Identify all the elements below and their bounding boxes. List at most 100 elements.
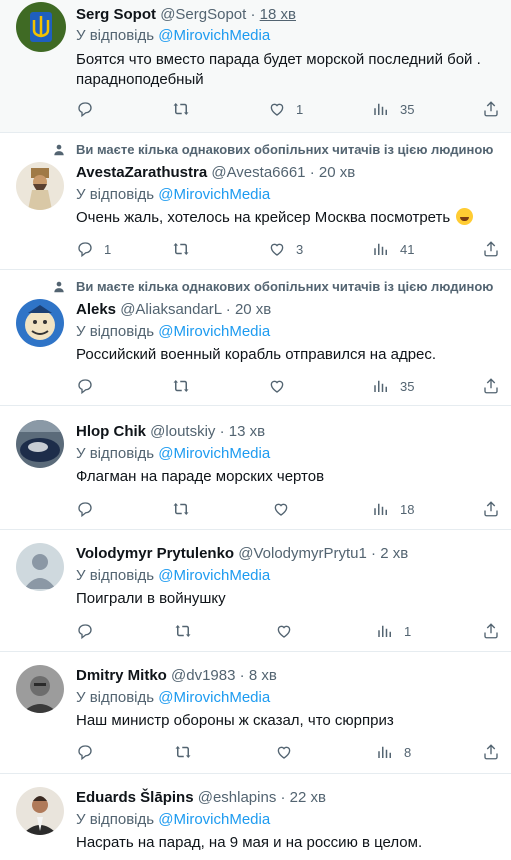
avatar-dmitry-mitko[interactable] xyxy=(16,665,64,713)
retweet-icon xyxy=(175,746,191,758)
like-button[interactable] xyxy=(275,741,303,763)
author-handle[interactable]: @SergSopot xyxy=(160,6,246,23)
retweet-button[interactable] xyxy=(172,238,200,260)
separator-dot: · xyxy=(250,6,256,23)
avatar-default[interactable] xyxy=(16,543,64,591)
views-icon xyxy=(374,380,387,392)
timestamp[interactable]: 2 хв xyxy=(380,545,408,562)
avatar-eduards-slapins[interactable] xyxy=(16,787,64,835)
views-button[interactable]: 8 xyxy=(376,741,411,763)
author-name[interactable]: Dmitry Mitko xyxy=(76,667,167,684)
share-icon xyxy=(484,241,498,257)
author-handle[interactable]: @VolodymyrPrytu1 xyxy=(238,545,367,562)
like-button[interactable] xyxy=(268,375,296,397)
timestamp[interactable]: 13 хв xyxy=(229,423,265,440)
avatar-serg-sopot[interactable] xyxy=(16,2,66,52)
reply-tweet[interactable]: Dmitry Mitko @dv1983 · 8 хв У відповідь … xyxy=(0,653,511,774)
reply-button[interactable]: 1 xyxy=(76,238,111,260)
views-icon xyxy=(374,503,387,515)
views-icon xyxy=(378,746,391,758)
retweet-button[interactable] xyxy=(172,98,200,120)
timestamp[interactable]: 8 хв xyxy=(249,667,277,684)
retweet-button[interactable] xyxy=(172,375,200,397)
like-button[interactable] xyxy=(275,620,303,642)
views-button[interactable]: 35 xyxy=(372,375,414,397)
timestamp[interactable]: 20 хв xyxy=(235,301,271,318)
avatar-hlop-chik[interactable] xyxy=(16,420,64,468)
views-button[interactable]: 41 xyxy=(372,238,414,260)
retweet-icon xyxy=(173,103,189,115)
separator-dot: · xyxy=(239,667,245,684)
views-count: 1 xyxy=(404,623,412,639)
reply-button[interactable] xyxy=(76,498,104,520)
reply-count: 1 xyxy=(104,241,112,257)
timestamp[interactable]: 22 хв xyxy=(290,789,326,806)
avatar-image xyxy=(16,162,64,210)
share-button[interactable] xyxy=(482,620,500,642)
like-icon xyxy=(274,503,288,516)
reply-button[interactable] xyxy=(76,98,104,120)
author-name[interactable]: Hlop Chik xyxy=(76,423,146,440)
reply-context: У відповідь @MirovichMedia xyxy=(76,567,270,584)
reply-icon xyxy=(78,502,92,518)
share-button[interactable] xyxy=(482,375,500,397)
author-handle[interactable]: @eshlapins xyxy=(198,789,277,806)
author-handle[interactable]: @dv1983 xyxy=(171,667,235,684)
reply-button[interactable] xyxy=(76,620,104,642)
tweet-actions: 35 xyxy=(76,375,506,397)
reply-button[interactable] xyxy=(76,375,104,397)
avatar-image xyxy=(16,665,64,713)
author-name[interactable]: Serg Sopot xyxy=(76,6,156,23)
reply-prefix: У відповідь xyxy=(76,811,155,828)
views-icon xyxy=(378,625,391,637)
reply-tweet[interactable]: Ви маєте кілька однакових обопільних чит… xyxy=(0,134,511,270)
tweet-text: Российский военный корабль отправился на… xyxy=(76,346,437,363)
views-icon xyxy=(374,103,387,115)
mention-link[interactable]: @MirovichMedia xyxy=(158,445,270,462)
retweet-button[interactable] xyxy=(172,498,200,520)
reply-tweet[interactable]: Volodymyr Prytulenko @VolodymyrPrytu1 · … xyxy=(0,531,511,652)
retweet-icon xyxy=(175,625,191,637)
author-name[interactable]: Eduards Šlāpins xyxy=(76,789,194,806)
mention-link[interactable]: @MirovichMedia xyxy=(158,27,270,44)
reply-tweet[interactable]: Hlop Chik @loutskiy · 13 хв У відповідь … xyxy=(0,407,511,530)
like-button[interactable]: 3 xyxy=(268,238,303,260)
timestamp[interactable]: 18 хв xyxy=(260,6,296,23)
author-handle[interactable]: @Avesta6661 xyxy=(211,164,305,181)
mention-link[interactable]: @MirovichMedia xyxy=(158,567,270,584)
mention-link[interactable]: @MirovichMedia xyxy=(158,323,270,340)
share-button[interactable] xyxy=(482,498,500,520)
retweet-button[interactable] xyxy=(174,741,202,763)
author-handle[interactable]: @loutskiy xyxy=(150,423,215,440)
share-button[interactable] xyxy=(482,98,500,120)
views-button[interactable]: 35 xyxy=(372,98,414,120)
like-count: 1 xyxy=(296,101,304,117)
like-count: 3 xyxy=(296,241,304,257)
like-button[interactable] xyxy=(272,498,300,520)
timestamp[interactable]: 20 хв xyxy=(319,164,355,181)
mention-link[interactable]: @MirovichMedia xyxy=(158,689,270,706)
reply-tweet[interactable]: Serg Sopot @SergSopot · 18 хв У відповід… xyxy=(0,0,511,133)
views-button[interactable]: 18 xyxy=(372,498,414,520)
avatar-aleks[interactable] xyxy=(16,299,64,347)
share-button[interactable] xyxy=(482,238,500,260)
tweet-text: Наш министр обороны ж сказал, что сюрпри… xyxy=(76,712,394,729)
reply-tweet[interactable]: Ви маєте кілька однакових обопільних чит… xyxy=(0,271,511,406)
mention-link[interactable]: @MirovichMedia xyxy=(158,811,270,828)
views-count: 8 xyxy=(404,744,412,760)
author-name[interactable]: Volodymyr Prytulenko xyxy=(76,545,234,562)
share-button[interactable] xyxy=(482,741,500,763)
avatar-avesta[interactable] xyxy=(16,162,64,210)
author-name[interactable]: Aleks xyxy=(76,301,116,318)
author-name[interactable]: AvestaZarathustra xyxy=(76,164,207,181)
retweet-button[interactable] xyxy=(174,620,202,642)
default-profile-icon xyxy=(16,543,64,591)
like-button[interactable]: 1 xyxy=(268,98,303,120)
author-handle[interactable]: @AliaksandarL xyxy=(120,301,221,318)
mention-link[interactable]: @MirovichMedia xyxy=(158,186,270,203)
like-icon xyxy=(277,625,291,638)
reply-button[interactable] xyxy=(76,741,104,763)
reply-tweet[interactable]: Eduards Šlāpins @eshlapins · 22 хв У від… xyxy=(0,775,511,860)
tweet-text: Очень жаль, хотелось на крейсер Москва п… xyxy=(76,209,451,226)
views-button[interactable]: 1 xyxy=(376,620,411,642)
